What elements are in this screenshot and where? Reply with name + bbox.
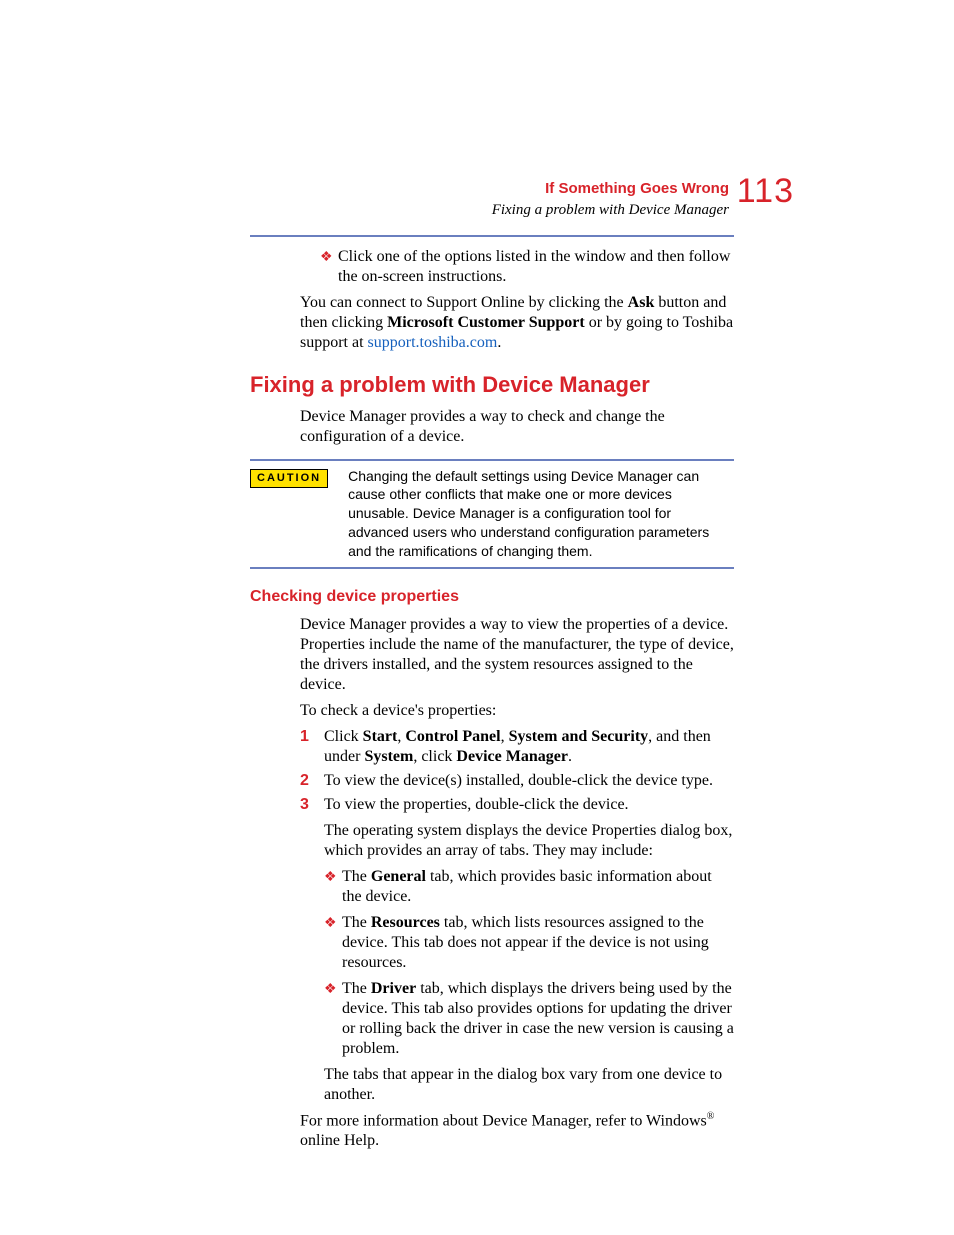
bullet-text: Click one of the options listed in the w… — [338, 247, 734, 287]
text: The — [342, 868, 371, 885]
paragraph: The operating system displays the device… — [324, 821, 734, 861]
divider — [250, 459, 734, 461]
bold-text: Microsoft Customer Support — [387, 314, 585, 331]
step-number: 1 — [300, 727, 324, 767]
text: For more information about Device Manage… — [300, 1112, 707, 1129]
chapter-title: If Something Goes Wrong — [492, 180, 729, 199]
heading-1: Fixing a problem with Device Manager — [250, 371, 734, 399]
bold-text: Driver — [371, 980, 416, 997]
step-number: 3 — [300, 795, 324, 815]
paragraph: To check a device's properties: — [300, 701, 734, 721]
caution-text: Changing the default settings using Devi… — [348, 467, 734, 561]
step-text: Click Start, Control Panel, System and S… — [324, 727, 734, 767]
support-link[interactable]: support.toshiba.com — [368, 334, 498, 351]
caution-label: CAUTION — [250, 469, 328, 489]
diamond-icon: ❖ — [324, 981, 342, 1059]
step-item: 1 Click Start, Control Panel, System and… — [300, 727, 734, 767]
text: online Help. — [300, 1132, 379, 1149]
text: , click — [413, 748, 456, 765]
bold-text: System and Security — [509, 728, 649, 745]
text: Click — [324, 728, 363, 745]
bold-text: Device Manager — [456, 748, 568, 765]
diamond-icon: ❖ — [320, 249, 338, 287]
page-number: 113 — [737, 170, 794, 213]
caution-block: CAUTION Changing the default settings us… — [250, 459, 734, 569]
text: You can connect to Support Online by cli… — [300, 294, 628, 311]
paragraph: Device Manager provides a way to view th… — [300, 615, 734, 695]
diamond-icon: ❖ — [324, 915, 342, 973]
paragraph: For more information about Device Manage… — [300, 1111, 734, 1151]
bullet-item: ❖ The Resources tab, which lists resourc… — [324, 913, 734, 973]
paragraph: The tabs that appear in the dialog box v… — [324, 1065, 734, 1105]
registered-mark: ® — [707, 1111, 715, 1122]
bullet-item: ❖ The General tab, which provides basic … — [324, 867, 734, 907]
bullet-item: ❖ The Driver tab, which displays the dri… — [324, 979, 734, 1059]
step-text: To view the device(s) installed, double-… — [324, 771, 734, 791]
bold-text: Resources — [371, 914, 440, 931]
text: . — [497, 334, 501, 351]
bullet-item: ❖ Click one of the options listed in the… — [320, 247, 734, 287]
text: The — [342, 914, 371, 931]
page: 113 If Something Goes Wrong Fixing a pro… — [0, 0, 954, 1235]
paragraph: You can connect to Support Online by cli… — [300, 293, 734, 353]
bold-text: Control Panel — [405, 728, 500, 745]
running-header: If Something Goes Wrong Fixing a problem… — [492, 180, 729, 220]
divider — [250, 567, 734, 569]
text: . — [568, 748, 572, 765]
bold-text: Start — [363, 728, 398, 745]
step-number: 2 — [300, 771, 324, 791]
heading-2: Checking device properties — [250, 587, 734, 607]
section-title: Fixing a problem with Device Manager — [492, 201, 729, 220]
bullet-text: The General tab, which provides basic in… — [342, 867, 734, 907]
step-item: 2 To view the device(s) installed, doubl… — [300, 771, 734, 791]
bold-text: System — [364, 748, 413, 765]
step-text: To view the properties, double-click the… — [324, 795, 734, 815]
text: , — [501, 728, 509, 745]
bullet-text: The Driver tab, which displays the drive… — [342, 979, 734, 1059]
content-area: ❖ Click one of the options listed in the… — [250, 235, 734, 1151]
step-item: 3 To view the properties, double-click t… — [300, 795, 734, 815]
text: The — [342, 980, 371, 997]
bullet-text: The Resources tab, which lists resources… — [342, 913, 734, 973]
bold-text: General — [371, 868, 426, 885]
paragraph: Device Manager provides a way to check a… — [300, 407, 734, 447]
divider — [250, 235, 734, 237]
bold-text: Ask — [628, 294, 655, 311]
diamond-icon: ❖ — [324, 869, 342, 907]
